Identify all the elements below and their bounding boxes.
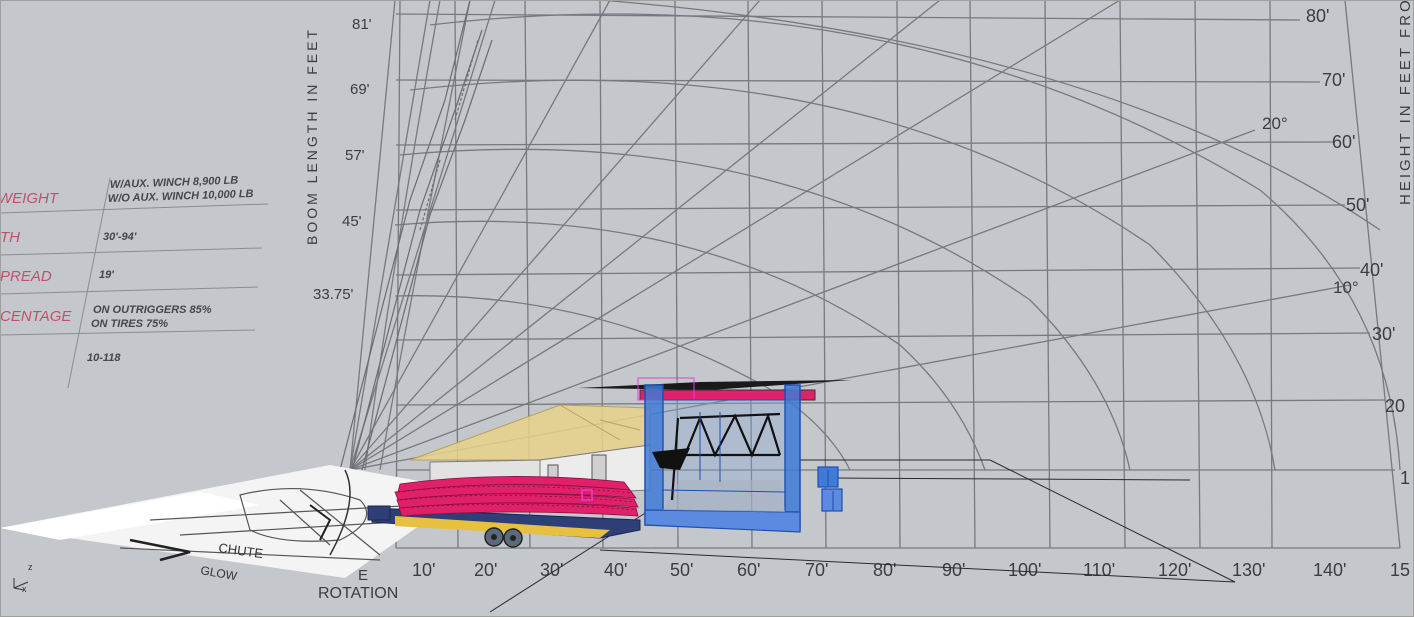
boom-length-ticks: 81' 69' 57' 45' 33.75' — [313, 16, 372, 303]
height-tick-60: 60' — [1332, 132, 1355, 152]
rotation-label: ROTATION — [318, 585, 398, 602]
height-tick-70: 70' — [1322, 70, 1345, 90]
radius-tick-130: 130' — [1232, 560, 1265, 580]
boom-tick-81: 81' — [352, 16, 372, 33]
radius-tick-15: 15 — [1390, 560, 1410, 580]
height-tick-1: 1 — [1400, 468, 1410, 488]
scene-svg: 81' 69' 57' 45' 33.75' BOOM LENGTH IN FE… — [0, 0, 1414, 617]
angle-label-20: 20° — [1262, 114, 1288, 133]
height-ticks: 80' 70' 60' 50' 40' 30' 20 1 — [1306, 6, 1410, 488]
height-tick-20: 20 — [1385, 396, 1405, 416]
radius-tick-100: 100' — [1008, 560, 1041, 580]
boom-strut-lines — [339, 0, 493, 471]
boom-axis-label: BOOM LENGTH IN FEET — [304, 27, 320, 245]
angle-label-10: 10° — [1333, 278, 1359, 297]
spec-table: WEIGHT W/AUX. WINCH 8,900 LB W/O AUX. WI… — [0, 175, 269, 389]
height-axis-label: HEIGHT IN FEET FROM — [1397, 0, 1414, 205]
spec-value-percentage-1: ON OUTRIGGERS 85% — [93, 304, 212, 316]
spec-label-percentage: CENTAGE — [0, 308, 72, 325]
boom-tick-3375: 33.75' — [313, 286, 354, 303]
ground-map-label-glow: GLOW — [199, 563, 238, 583]
boom-tick-57: 57' — [345, 147, 365, 164]
radius-tick-20: 20' — [474, 560, 497, 580]
spec-label-weight: WEIGHT — [0, 190, 60, 207]
radius-tick-10: 10' — [412, 560, 435, 580]
height-tick-50: 50' — [1346, 195, 1369, 215]
gizmo-axis-z: z — [28, 562, 33, 572]
height-tick-40: 40' — [1360, 260, 1383, 280]
spec-value-percentage-2: ON TIRES 75% — [91, 318, 168, 330]
spec-label-length: TH — [0, 229, 20, 246]
radius-tick-120: 120' — [1158, 560, 1191, 580]
spec-value-spread: 19' — [99, 269, 114, 281]
radius-tick-90: 90' — [942, 560, 965, 580]
radius-ticks: 10' 20' 30' 40' 50' 60' 70' 80' 90' 100'… — [412, 560, 1410, 580]
radius-tick-70: 70' — [805, 560, 828, 580]
building-door — [591, 454, 607, 484]
spec-value-weight-2: W/O AUX. WINCH 10,000 LB — [108, 188, 254, 205]
3d-viewport[interactable]: 81' 69' 57' 45' 33.75' BOOM LENGTH IN FE… — [0, 0, 1414, 617]
radius-tick-30: 30' — [540, 560, 563, 580]
bleacher-trailer-model[interactable] — [367, 476, 641, 548]
rotation-letter: E — [358, 567, 368, 584]
radius-tick-60: 60' — [737, 560, 760, 580]
boom-tick-45: 45' — [342, 213, 362, 230]
spec-value-model: 10-118 — [87, 352, 121, 364]
radius-tick-110: 110' — [1083, 560, 1115, 580]
boom-tick-69: 69' — [350, 81, 370, 98]
gizmo-axis-x: x — [22, 584, 27, 594]
radius-tick-40: 40' — [604, 560, 627, 580]
radius-tick-50: 50' — [670, 560, 693, 580]
spec-label-spread: PREAD — [0, 268, 52, 285]
radius-tick-140: 140' — [1313, 560, 1346, 580]
height-tick-30: 30' — [1372, 324, 1395, 344]
radius-tick-80: 80' — [873, 560, 896, 580]
spec-value-length: 30'-94' — [103, 231, 137, 243]
height-tick-80: 80' — [1306, 6, 1329, 26]
